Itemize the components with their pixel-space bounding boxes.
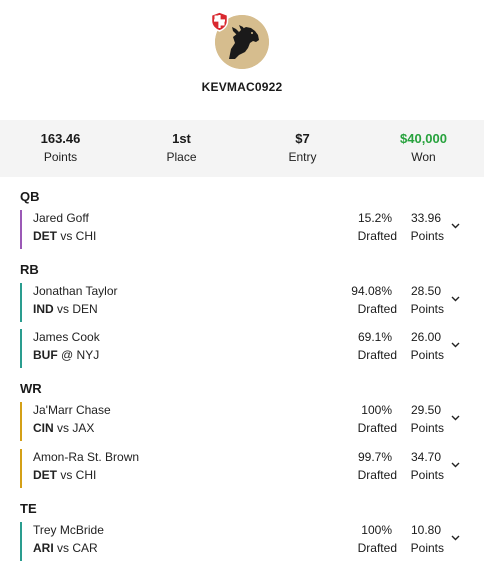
player-name: Trey McBride bbox=[33, 523, 104, 537]
player-name: Jonathan Taylor bbox=[33, 284, 118, 298]
player-matchup: DET vs CHI bbox=[33, 468, 96, 482]
position-color-bar bbox=[20, 283, 22, 322]
points-label: Points bbox=[410, 302, 444, 316]
player-points: 33.96 bbox=[410, 211, 441, 225]
player-opponent: @ NYJ bbox=[61, 348, 100, 362]
stat-entry-label: Entry bbox=[288, 150, 317, 164]
stat-points-label: Points bbox=[43, 150, 78, 164]
player-row-te-1[interactable]: Trey McBride ARI vs CAR 100% Drafted 10.… bbox=[20, 522, 470, 561]
contest-stats-bar: 163.46 Points 1st Place $7 Entry $40,000… bbox=[0, 120, 484, 177]
profile-header: KEVMAC0922 bbox=[0, 0, 484, 120]
stat-won: $40,000 Won bbox=[363, 120, 484, 177]
player-matchup: BUF @ NYJ bbox=[33, 348, 99, 362]
stat-won-value: $40,000 bbox=[400, 131, 447, 146]
player-name: Jared Goff bbox=[33, 211, 89, 225]
chevron-down-icon[interactable] bbox=[451, 535, 460, 541]
player-team: CIN bbox=[33, 421, 54, 435]
drafted-label: Drafted bbox=[357, 421, 397, 435]
player-points: 28.50 bbox=[410, 284, 441, 298]
position-color-bar bbox=[20, 522, 22, 561]
drafted-percent: 99.7% bbox=[357, 450, 392, 464]
player-team: ARI bbox=[33, 541, 54, 555]
drafted-label: Drafted bbox=[357, 348, 397, 362]
stat-won-label: Won bbox=[411, 150, 436, 164]
chevron-down-icon[interactable] bbox=[451, 462, 460, 468]
player-matchup: CIN vs JAX bbox=[33, 421, 94, 435]
stat-entry-value: $7 bbox=[295, 131, 310, 146]
shield-badge-icon bbox=[210, 11, 229, 32]
player-row-rb-2[interactable]: James Cook BUF @ NYJ 69.1% Drafted 26.00… bbox=[20, 329, 470, 368]
drafted-label: Drafted bbox=[357, 541, 397, 555]
chevron-down-icon[interactable] bbox=[451, 415, 460, 421]
position-heading-te: TE bbox=[20, 501, 37, 516]
stat-points-value: 163.46 bbox=[40, 131, 81, 146]
drafted-label: Drafted bbox=[357, 468, 397, 482]
player-opponent: vs JAX bbox=[57, 421, 95, 435]
player-team: BUF bbox=[33, 348, 58, 362]
chevron-down-icon[interactable] bbox=[451, 342, 460, 348]
points-label: Points bbox=[410, 541, 444, 555]
position-heading-rb: RB bbox=[20, 262, 39, 277]
position-color-bar bbox=[20, 402, 22, 441]
stat-place-label: Place bbox=[166, 150, 197, 164]
position-color-bar bbox=[20, 210, 22, 249]
player-team: DET bbox=[33, 468, 57, 482]
chevron-down-icon[interactable] bbox=[451, 223, 460, 229]
player-row-qb-1[interactable]: Jared Goff DET vs CHI 15.2% Drafted 33.9… bbox=[20, 210, 470, 249]
drafted-percent: 100% bbox=[361, 523, 392, 537]
position-heading-qb: QB bbox=[20, 189, 40, 204]
player-opponent: vs DEN bbox=[57, 302, 98, 316]
player-name: Ja'Marr Chase bbox=[33, 403, 111, 417]
drafted-percent: 69.1% bbox=[357, 330, 392, 344]
player-points: 34.70 bbox=[410, 450, 441, 464]
player-points: 29.50 bbox=[410, 403, 441, 417]
points-label: Points bbox=[410, 421, 444, 435]
chevron-down-icon[interactable] bbox=[451, 296, 460, 302]
points-label: Points bbox=[410, 229, 444, 243]
player-points: 26.00 bbox=[410, 330, 441, 344]
player-matchup: DET vs CHI bbox=[33, 229, 96, 243]
points-label: Points bbox=[410, 468, 444, 482]
stat-place: 1st Place bbox=[121, 120, 242, 177]
player-row-wr-2[interactable]: Amon-Ra St. Brown DET vs CHI 99.7% Draft… bbox=[20, 449, 470, 488]
player-points: 10.80 bbox=[410, 523, 441, 537]
drafted-percent: 100% bbox=[361, 403, 392, 417]
player-name: Amon-Ra St. Brown bbox=[33, 450, 140, 464]
player-opponent: vs CHI bbox=[60, 468, 97, 482]
position-color-bar bbox=[20, 449, 22, 488]
player-matchup: ARI vs CAR bbox=[33, 541, 98, 555]
drafted-percent: 94.08% bbox=[351, 284, 392, 298]
player-row-rb-1[interactable]: Jonathan Taylor IND vs DEN 94.08% Drafte… bbox=[20, 283, 470, 322]
drafted-label: Drafted bbox=[357, 229, 397, 243]
player-name: James Cook bbox=[33, 330, 100, 344]
player-matchup: IND vs DEN bbox=[33, 302, 98, 316]
player-row-wr-1[interactable]: Ja'Marr Chase CIN vs JAX 100% Drafted 29… bbox=[20, 402, 470, 441]
player-opponent: vs CHI bbox=[60, 229, 97, 243]
position-heading-wr: WR bbox=[20, 381, 42, 396]
username: KEVMAC0922 bbox=[201, 80, 283, 94]
stat-place-value: 1st bbox=[172, 131, 191, 146]
position-color-bar bbox=[20, 329, 22, 368]
player-opponent: vs CAR bbox=[57, 541, 98, 555]
drafted-percent: 15.2% bbox=[357, 211, 392, 225]
points-label: Points bbox=[410, 348, 444, 362]
player-team: DET bbox=[33, 229, 57, 243]
stat-points: 163.46 Points bbox=[0, 120, 121, 177]
player-team: IND bbox=[33, 302, 54, 316]
drafted-label: Drafted bbox=[357, 302, 397, 316]
stat-entry: $7 Entry bbox=[242, 120, 363, 177]
